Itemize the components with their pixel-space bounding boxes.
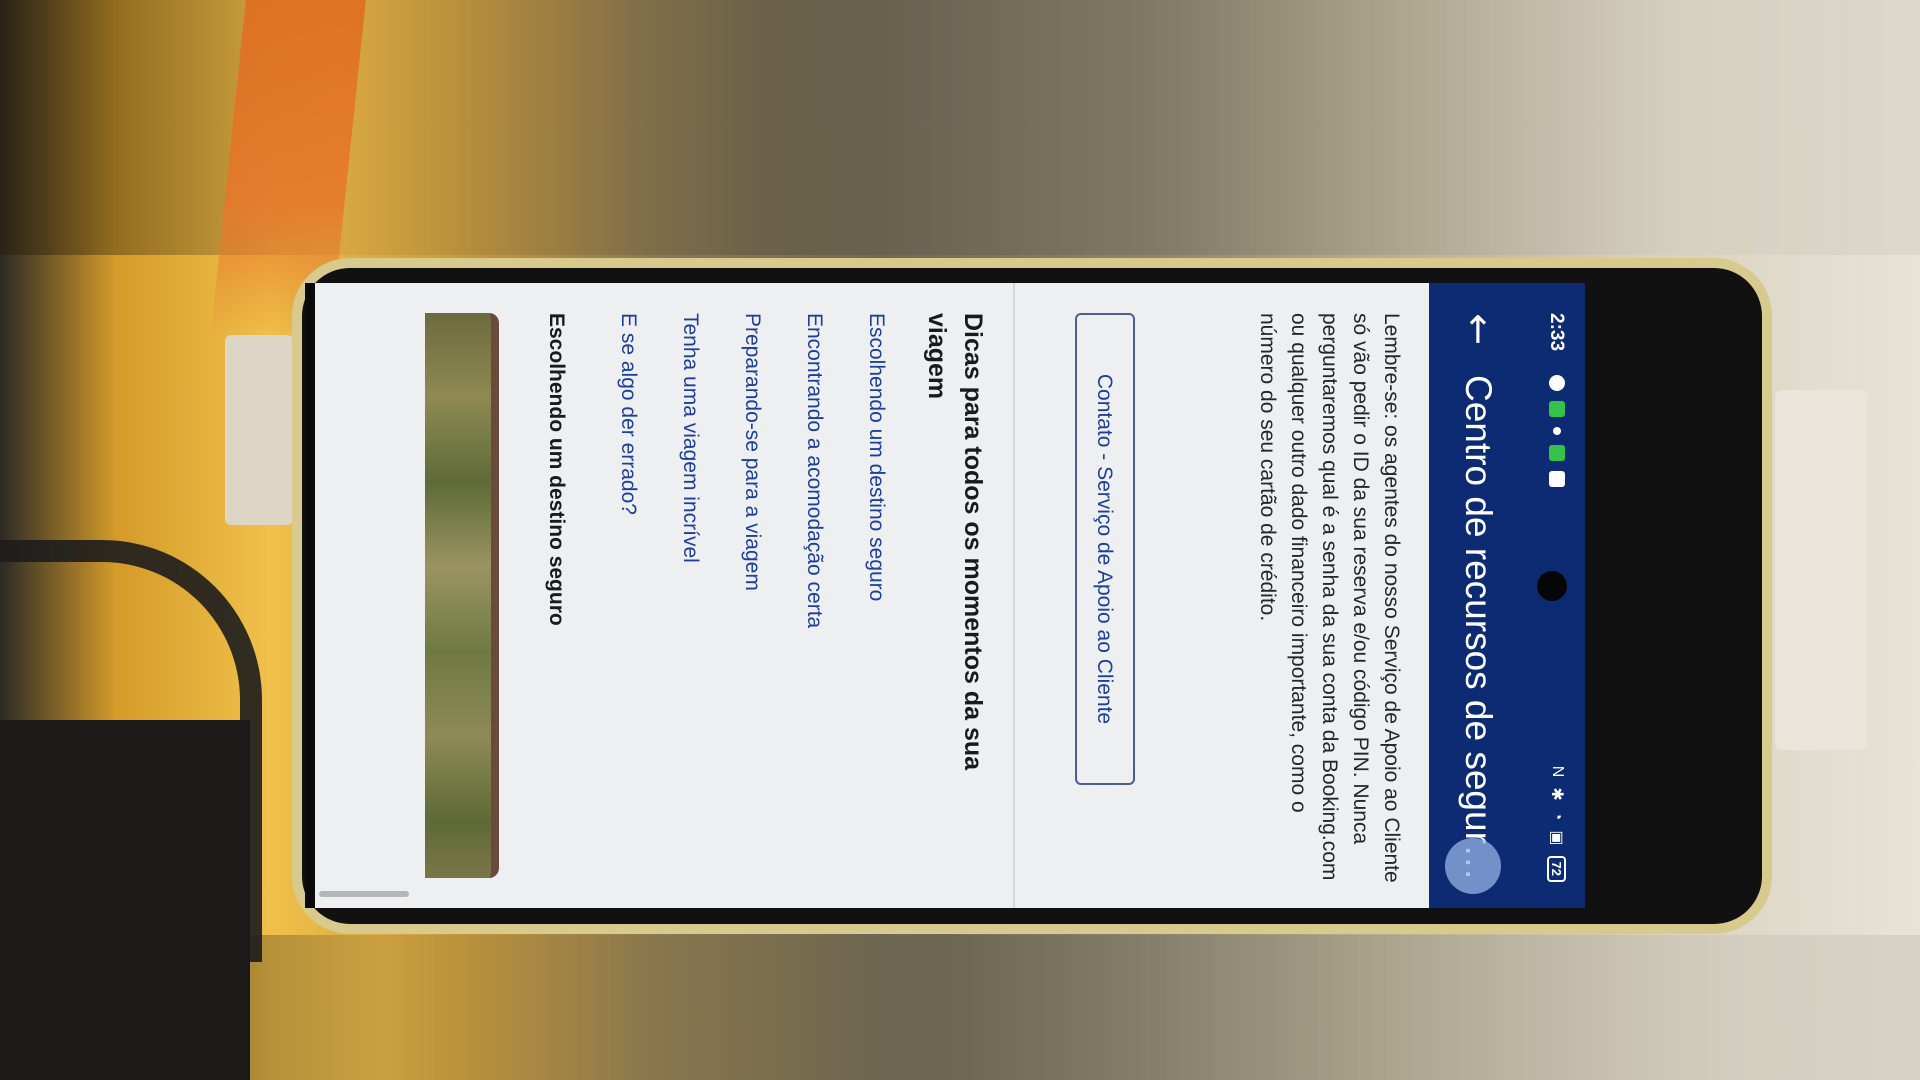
status-system-icons: N ✱ ◔ ▣ 72 [1547,766,1567,882]
status-notification-icons [1549,375,1565,487]
signal-icon: ▣ [1548,830,1565,846]
subsection-title: Escolhendo um destino seguro [545,313,568,626]
divider [1013,283,1015,908]
nfc-icon: N [1549,765,1566,778]
arrow-left-icon[interactable]: ← [1453,305,1501,353]
tips-list: Escolhendo um destino seguro Encontrando… [581,313,891,873]
battery-icon: 72 [1547,855,1567,882]
background-shelf-bottom [0,935,1920,1080]
contact-support-button[interactable]: Contato - Serviço de Apoio ao Cliente [1075,313,1135,785]
page-title: Centro de recursos de segura... [1458,375,1499,895]
background-block [0,720,250,1080]
main-content: Lembre-se: os agentes do nosso Serviço d… [315,283,1429,908]
app-header: ← Centro de recursos de segura... [1429,283,1523,908]
tip-link-right-accommodation[interactable]: Encontrando a acomodação certa [767,313,829,873]
wifi-icon: ◔ [1549,810,1566,821]
phone-clamp-left [225,335,293,525]
security-reminder-text: Lembre-se: os agentes do nosso Serviço d… [1256,313,1403,883]
destination-image [425,313,499,878]
dot-icon [1553,427,1561,435]
tip-link-preparing-trip[interactable]: Preparando-se para a viagem [705,313,767,873]
status-bar: 2:33 N ✱ ◔ ▣ 72 [1523,283,1585,908]
front-camera [1537,571,1567,601]
tips-section-title: Dicas para todos os momentos da sua viag… [923,313,987,771]
device-screen: 2:33 N ✱ ◔ ▣ 72 ← Centro de recursos de … [315,283,1585,908]
status-time: 2:33 [1546,313,1567,352]
bluetooth-icon: ✱ [1548,787,1565,801]
tip-link-something-wrong[interactable]: E se algo der errado? [581,313,643,873]
avatar[interactable] [1445,838,1501,894]
chat-icon [1549,445,1565,461]
scrollbar[interactable] [319,891,409,897]
settings-icon [1549,375,1565,391]
tip-link-amazing-trip[interactable]: Tenha uma viagem incrível [643,313,705,873]
sheets-icon [1549,401,1565,417]
message-icon [1549,471,1565,487]
phone-clamp-right [1775,390,1867,750]
tip-link-safe-destination[interactable]: Escolhendo um destino seguro [829,313,891,873]
